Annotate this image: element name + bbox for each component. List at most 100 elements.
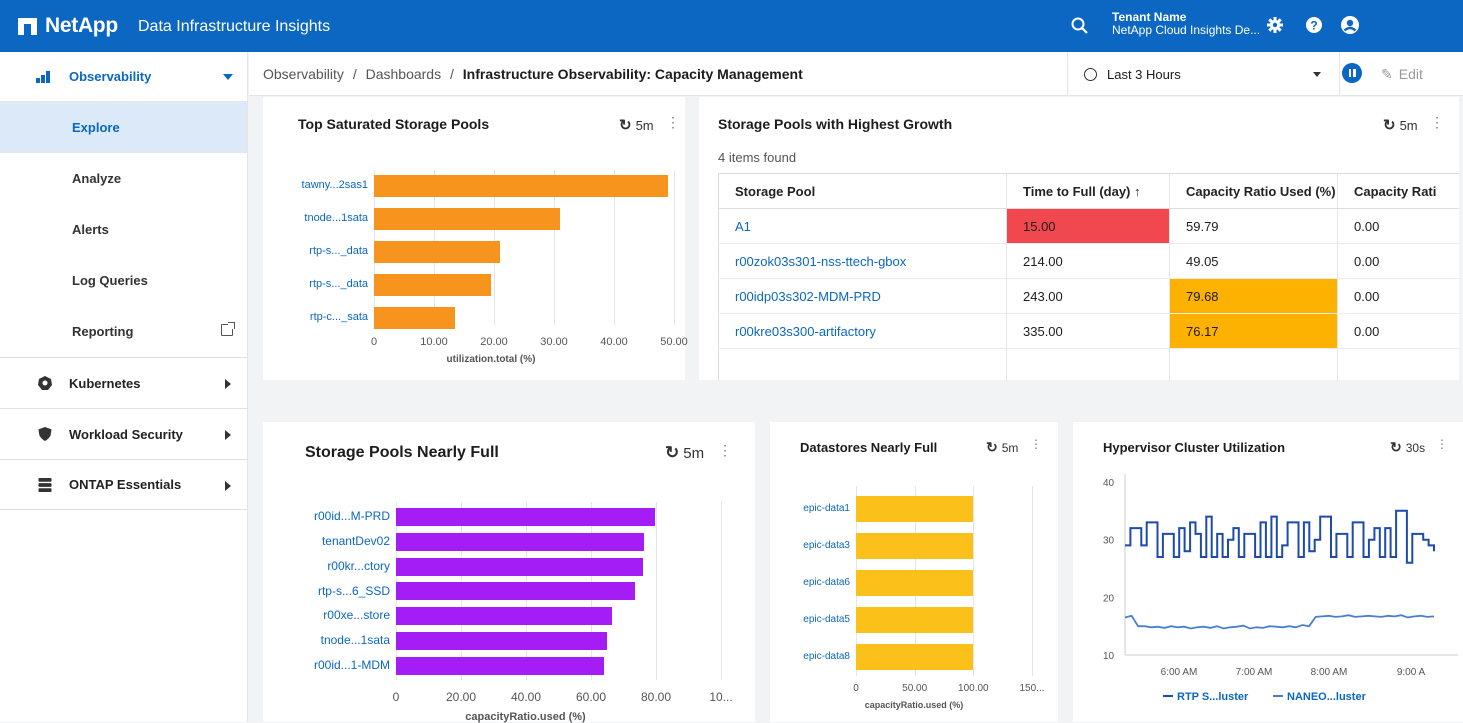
- bar[interactable]: [374, 274, 491, 296]
- category-label[interactable]: epic-data3: [803, 540, 850, 551]
- refresh-interval[interactable]: ↻ 5m: [1383, 116, 1418, 134]
- user-icon[interactable]: [1339, 14, 1361, 36]
- bar[interactable]: [374, 208, 560, 230]
- capacity-used-cell: 76.17: [1169, 313, 1338, 349]
- bar[interactable]: [396, 508, 656, 526]
- capacity-ratio-cell: 0.00: [1337, 313, 1459, 349]
- category-label[interactable]: r00xe...store: [323, 608, 390, 622]
- chevron-right-icon: [225, 430, 231, 440]
- category-label[interactable]: r00id...1-MDM: [314, 658, 390, 672]
- category-label[interactable]: tawny...2sas1: [302, 179, 368, 191]
- column-header-time-to-full[interactable]: Time to Full (day) ↑: [1006, 173, 1170, 209]
- capacity-ratio-cell: 0.00: [1337, 278, 1459, 314]
- category-label[interactable]: r00id...M-PRD: [314, 509, 390, 523]
- gear-icon[interactable]: [1264, 14, 1286, 36]
- sidebar-item-explore[interactable]: Explore: [0, 102, 247, 153]
- sidebar-item-label: Explore: [72, 120, 120, 135]
- category-label[interactable]: tnode...1sata: [304, 212, 368, 224]
- bar[interactable]: [396, 607, 613, 626]
- chevron-down-icon: [1313, 72, 1321, 77]
- y-tick-label: 10: [1103, 651, 1115, 662]
- storage-pool-link[interactable]: r00zok03s301-nss-ttech-gbox: [718, 243, 1007, 279]
- bar[interactable]: [856, 644, 974, 670]
- refresh-interval-value: 5m: [635, 117, 654, 133]
- category-label[interactable]: epic-data1: [803, 503, 850, 514]
- bar[interactable]: [856, 570, 974, 596]
- chevron-right-icon: [225, 481, 231, 491]
- bar[interactable]: [396, 532, 644, 551]
- storage-pool-link[interactable]: A1: [718, 208, 1007, 244]
- bar[interactable]: [374, 241, 500, 263]
- sidebar-item-log-queries[interactable]: Log Queries: [0, 255, 247, 306]
- sidebar-group-label: ONTAP Essentials: [69, 477, 182, 492]
- category-label[interactable]: epic-data6: [803, 577, 850, 588]
- category-label[interactable]: tnode...1sata: [321, 633, 390, 647]
- server-icon: [38, 478, 52, 492]
- category-label[interactable]: rtp-s..._data: [309, 245, 368, 257]
- storage-pool-link[interactable]: r00kre03s300-artifactory: [718, 313, 1007, 349]
- more-options-icon[interactable]: ⋮: [1430, 114, 1444, 131]
- help-icon[interactable]: ?: [1303, 14, 1325, 36]
- category-label[interactable]: epic-data5: [803, 614, 850, 625]
- x-tick-label: 40.00: [600, 336, 628, 348]
- table-row: r00zok03s301-nss-ttech-gbox 214.00 49.05…: [718, 243, 1459, 279]
- x-axis-title: utilization.total (%): [446, 354, 536, 365]
- bar-chart-icon: [36, 71, 52, 83]
- time-range-select[interactable]: Last 3 Hours: [1067, 52, 1340, 96]
- bar[interactable]: [396, 656, 604, 675]
- y-tick-label: 20: [1103, 593, 1115, 604]
- column-header-storage-pool[interactable]: Storage Pool: [718, 173, 1007, 209]
- column-header-capacity-used[interactable]: Capacity Ratio Used (%): [1169, 173, 1338, 209]
- sidebar: Observability Explore Analyze Alerts Log…: [0, 52, 248, 722]
- capacity-ratio-cell: 0.00: [1337, 243, 1459, 279]
- sidebar-section-observability[interactable]: Observability: [0, 52, 247, 102]
- column-header-capacity-ratio[interactable]: Capacity Rati: [1337, 173, 1459, 209]
- x-tick-label: 50.00: [660, 336, 688, 348]
- sidebar-group-workload-security[interactable]: Workload Security: [0, 408, 247, 459]
- tenant-selector[interactable]: Tenant Name NetApp Cloud Insights De...: [1112, 11, 1260, 37]
- bar[interactable]: [396, 632, 607, 650]
- category-label[interactable]: rtp-c..._sata: [310, 311, 368, 323]
- pause-refresh-button[interactable]: [1342, 63, 1362, 83]
- category-label[interactable]: epic-data8: [803, 651, 850, 662]
- table-row: A1 15.00 59.79 0.00: [718, 208, 1459, 244]
- refresh-interval[interactable]: ↻ 5m: [665, 443, 704, 463]
- breadcrumb-observability[interactable]: Observability: [263, 66, 344, 82]
- bar[interactable]: [396, 582, 636, 601]
- refresh-icon: ↻: [1383, 117, 1396, 134]
- bar[interactable]: [856, 607, 974, 633]
- search-icon[interactable]: [1068, 14, 1090, 36]
- items-count: 4 items found: [718, 150, 797, 165]
- sidebar-item-label: Reporting: [72, 324, 134, 339]
- category-label[interactable]: rtp-s...6_SSD: [318, 584, 390, 598]
- breadcrumb-dashboards[interactable]: Dashboards: [366, 66, 442, 82]
- sidebar-group-kubernetes[interactable]: Kubernetes: [0, 357, 247, 408]
- x-tick-label: 0: [392, 690, 400, 704]
- x-tick-label: 150...: [1019, 683, 1045, 694]
- category-label[interactable]: r00kr...ctory: [327, 559, 390, 573]
- netapp-logo[interactable]: NetApp: [18, 14, 118, 38]
- more-options-icon[interactable]: ⋮: [666, 114, 680, 131]
- bar[interactable]: [856, 496, 974, 522]
- refresh-interval[interactable]: ↻ 5m: [619, 116, 654, 134]
- refresh-interval[interactable]: ↻ 5m: [986, 439, 1018, 456]
- bar[interactable]: [374, 175, 668, 197]
- sidebar-item-reporting[interactable]: Reporting: [0, 306, 247, 357]
- category-label[interactable]: rtp-s..._data: [309, 278, 368, 290]
- shield-icon: [38, 427, 52, 441]
- edit-button[interactable]: ✎ Edit: [1381, 66, 1423, 83]
- sidebar-group-ontap-essentials[interactable]: ONTAP Essentials: [0, 459, 247, 510]
- bar[interactable]: [374, 307, 455, 329]
- refresh-interval-value: 5m: [683, 444, 705, 462]
- more-options-icon[interactable]: ⋮: [718, 442, 732, 459]
- gridline: [973, 486, 975, 676]
- bar[interactable]: [396, 557, 643, 576]
- y-tick-label: 30: [1103, 536, 1115, 547]
- capacity-used-cell: 59.79: [1169, 208, 1338, 244]
- more-options-icon[interactable]: ⋮: [1030, 437, 1042, 451]
- sidebar-item-analyze[interactable]: Analyze: [0, 153, 247, 204]
- bar[interactable]: [856, 533, 974, 559]
- category-label[interactable]: tenantDev02: [322, 534, 390, 548]
- storage-pool-link[interactable]: r00idp03s302-MDM-PRD: [718, 278, 1007, 314]
- sidebar-item-alerts[interactable]: Alerts: [0, 204, 247, 255]
